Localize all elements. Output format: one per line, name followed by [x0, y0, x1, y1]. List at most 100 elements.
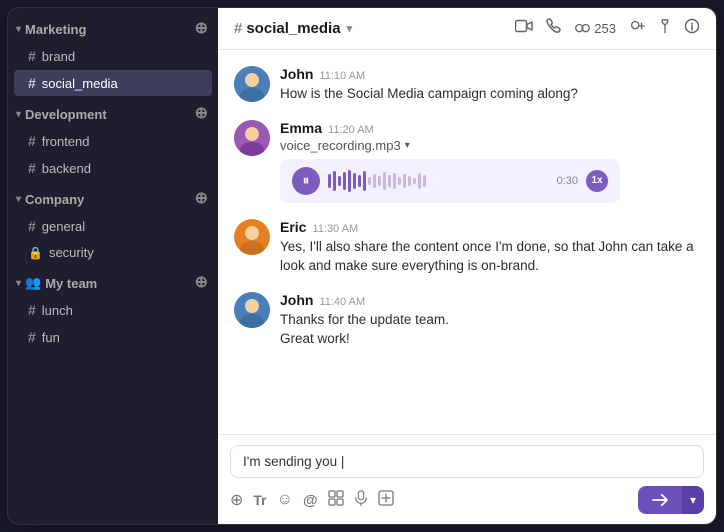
- chevron-down-icon: ▾: [16, 109, 21, 120]
- sidebar-item-lunch[interactable]: # lunch: [14, 297, 212, 323]
- input-area: I'm sending you | ⊕ Tr ☺ @: [218, 434, 716, 524]
- channel-title[interactable]: # social_media ▾: [234, 20, 352, 37]
- hash-icon: #: [28, 133, 36, 149]
- sidebar-item-general-label: general: [42, 219, 85, 234]
- avatar: [234, 120, 270, 156]
- message-time: 11:20 AM: [328, 124, 374, 136]
- add-channel-development-icon[interactable]: ⊕: [195, 106, 208, 122]
- play-button[interactable]: ⏸: [292, 167, 320, 195]
- sidebar-item-security-label: security: [49, 245, 94, 260]
- add-channel-marketing-icon[interactable]: ⊕: [195, 21, 208, 37]
- microphone-icon[interactable]: [354, 490, 368, 511]
- messages-area[interactable]: John 11:10 AM How is the Social Media ca…: [218, 50, 716, 434]
- waveform-bar: [398, 177, 401, 185]
- media-icon[interactable]: [328, 490, 344, 511]
- members-badge[interactable]: 253: [573, 21, 616, 36]
- sidebar-group-my-team-label: My team: [45, 276, 97, 291]
- message-time: 11:40 AM: [319, 296, 365, 308]
- waveform-bar: [333, 171, 336, 191]
- add-member-icon[interactable]: [628, 19, 646, 38]
- speed-badge[interactable]: 1x: [586, 170, 608, 192]
- chevron-down-icon: ▾: [405, 140, 410, 151]
- sidebar-item-backend-label: backend: [42, 161, 91, 176]
- message-text: Yes, I'll also share the content once I'…: [280, 237, 700, 276]
- sidebar-group-company-header[interactable]: ▾ Company ⊕: [8, 186, 218, 212]
- send-button[interactable]: [638, 486, 682, 514]
- sidebar-item-lunch-label: lunch: [42, 303, 73, 318]
- waveform-bar: [413, 178, 416, 184]
- sidebar-group-my-team-header[interactable]: ▾ 👥 My team ⊕: [8, 270, 218, 296]
- add-channel-company-icon[interactable]: ⊕: [195, 191, 208, 207]
- waveform-bar: [388, 175, 391, 187]
- avatar: [234, 292, 270, 328]
- channel-chevron-icon: ▾: [347, 22, 353, 35]
- sidebar-item-brand-label: brand: [42, 49, 75, 64]
- waveform-bar: [418, 173, 421, 189]
- channel-header: # social_media ▾: [218, 8, 716, 50]
- info-icon[interactable]: [684, 18, 700, 39]
- message-input[interactable]: I'm sending you |: [230, 445, 704, 478]
- waveform-bar: [353, 173, 356, 189]
- emoji-icon[interactable]: ☺: [277, 491, 293, 509]
- sidebar-item-fun[interactable]: # fun: [14, 324, 212, 350]
- message-body: Emma 11:20 AM voice_recording.mp3 ▾ ⏸: [280, 120, 700, 203]
- header-icons: 253: [515, 18, 700, 39]
- waveform-bar: [338, 176, 341, 186]
- waveform-bar: [343, 172, 346, 190]
- message-row: John 11:10 AM How is the Social Media ca…: [234, 66, 700, 104]
- sidebar-group-marketing-header[interactable]: ▾ Marketing ⊕: [8, 16, 218, 42]
- message-time: 11:30 AM: [312, 223, 358, 235]
- chevron-down-icon: ▾: [16, 194, 21, 205]
- sidebar-item-brand[interactable]: # brand: [14, 43, 212, 69]
- sidebar-item-backend[interactable]: # backend: [14, 155, 212, 181]
- hash-icon: #: [28, 48, 36, 64]
- sidebar-item-social-media[interactable]: # social_media: [14, 70, 212, 96]
- message-author: John: [280, 66, 313, 82]
- pause-icon: ⏸: [303, 172, 310, 189]
- add-attachment-icon[interactable]: ⊕: [230, 490, 243, 510]
- hash-icon: #: [28, 302, 36, 318]
- voice-player: ⏸: [280, 159, 620, 203]
- message-body: Eric 11:30 AM Yes, I'll also share the c…: [280, 219, 700, 276]
- sidebar-group-development-header[interactable]: ▾ Development ⊕: [8, 101, 218, 127]
- waveform-bar: [408, 176, 411, 186]
- sidebar-group-marketing-label: Marketing: [25, 22, 86, 37]
- message-meta: Eric 11:30 AM: [280, 219, 700, 235]
- waveform-bar: [348, 170, 351, 192]
- waveform-bar: [373, 174, 376, 188]
- message-meta: John 11:40 AM: [280, 292, 700, 308]
- video-call-icon[interactable]: [515, 19, 533, 38]
- avatar: [234, 66, 270, 102]
- message-text: Thanks for the update team. Great work!: [280, 310, 700, 349]
- phone-call-icon[interactable]: [545, 18, 561, 39]
- waveform-bar: [368, 177, 371, 185]
- expand-icon[interactable]: [378, 490, 394, 511]
- channel-hash-icon: #: [234, 20, 242, 37]
- sidebar-item-general[interactable]: # general: [14, 213, 212, 239]
- main-content: # social_media ▾: [218, 8, 716, 524]
- pin-icon[interactable]: [658, 18, 672, 39]
- sidebar-item-social-media-label: social_media: [42, 76, 118, 91]
- sidebar-item-security[interactable]: 🔒 security: [14, 240, 212, 265]
- chevron-down-icon: ▾: [16, 24, 21, 35]
- message-row: Eric 11:30 AM Yes, I'll also share the c…: [234, 219, 700, 276]
- sidebar-item-frontend[interactable]: # frontend: [14, 128, 212, 154]
- message-meta: Emma 11:20 AM: [280, 120, 700, 136]
- sidebar-item-fun-label: fun: [42, 330, 60, 345]
- sidebar-group-my-team: ▾ 👥 My team ⊕ # lunch # fun: [8, 270, 218, 351]
- members-count: 253: [594, 21, 616, 36]
- chevron-down-icon: ▾: [16, 278, 21, 289]
- voice-filename: voice_recording.mp3: [280, 138, 401, 153]
- waveform-bar: [363, 171, 366, 191]
- avatar: [234, 219, 270, 255]
- send-options-button[interactable]: ▾: [682, 486, 704, 514]
- sidebar: ▾ Marketing ⊕ # brand # social_media ▾ D…: [8, 8, 218, 524]
- sidebar-group-development: ▾ Development ⊕ # frontend # backend: [8, 101, 218, 182]
- mention-icon[interactable]: @: [303, 492, 318, 509]
- message-author: Emma: [280, 120, 322, 136]
- waveform-bar: [393, 173, 396, 189]
- voice-file-label[interactable]: voice_recording.mp3 ▾: [280, 138, 700, 153]
- text-format-icon[interactable]: Tr: [253, 492, 266, 508]
- add-channel-my-team-icon[interactable]: ⊕: [195, 275, 208, 291]
- hash-icon: #: [28, 218, 36, 234]
